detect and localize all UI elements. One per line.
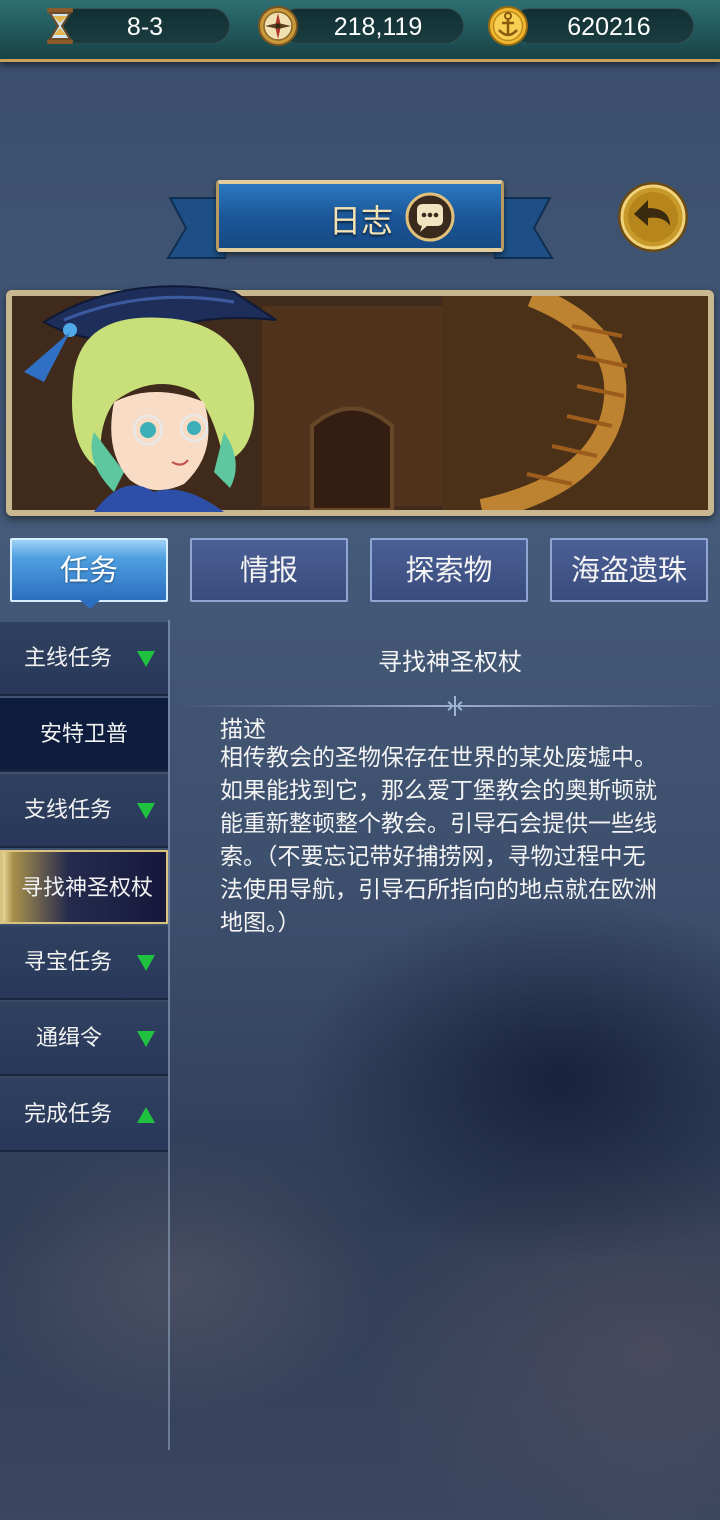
- sidebar-item-antwerp[interactable]: 安特卫普: [0, 698, 168, 772]
- sidebar-item-label: 安特卫普: [39, 722, 128, 747]
- back-button[interactable]: [616, 180, 690, 254]
- sidebar-item-wanted[interactable]: 通缉令: [0, 1002, 168, 1076]
- triangle-up-icon: [137, 1107, 155, 1123]
- compass-counter: 218,119: [280, 8, 464, 44]
- hourglass-icon: [47, 8, 73, 44]
- sidebar-item-side-quests[interactable]: 支线任务: [0, 774, 168, 848]
- sidebar-item-label: 支线任务: [24, 798, 113, 823]
- sidebar-item-label: 通缉令: [36, 1026, 103, 1051]
- banner-plate: 日志: [216, 180, 504, 252]
- gold-value: 620216: [567, 13, 651, 41]
- tab-pirate-relics[interactable]: 海盗遗珠: [550, 538, 708, 602]
- anchor-coin-icon: [488, 6, 528, 46]
- sidebar-item-main-quests[interactable]: 主线任务: [0, 622, 168, 696]
- quest-description: 相传教会的圣物保存在世界的某处废墟中。如果能找到它，那么爱丁堡教会的奥斯顿就能重…: [220, 745, 657, 936]
- sidebar-item-label: 寻宝任务: [24, 950, 113, 975]
- description-label: 描述: [220, 717, 266, 743]
- compass-icon: [258, 6, 298, 46]
- triangle-down-icon: [137, 803, 155, 819]
- tab-intel[interactable]: 情报: [190, 538, 348, 602]
- quest-sidebar: 主线任务 安特卫普 支线任务 寻找神圣权杖 寻宝任务 通缉令 完成任务: [0, 620, 170, 1450]
- sidebar-item-label: 寻找神圣权杖: [20, 876, 153, 901]
- sidebar-item-label: 完成任务: [24, 1102, 113, 1127]
- page-title: 日志: [329, 202, 394, 240]
- stage-value: 8-3: [126, 13, 164, 41]
- sidebar-item-treasure-quests[interactable]: 寻宝任务: [0, 926, 168, 1000]
- tab-quests[interactable]: 任务: [10, 538, 168, 602]
- divider-ornament-icon: [447, 696, 463, 716]
- resource-bar: 8-3 218,119 620216: [0, 0, 720, 62]
- triangle-down-icon: [137, 651, 155, 667]
- tab-discoveries[interactable]: 探索物: [370, 538, 528, 602]
- sidebar-item-completed-quests[interactable]: 完成任务: [0, 1078, 168, 1152]
- active-tab-pointer: [80, 600, 100, 609]
- character-portrait: [24, 285, 277, 512]
- speech-bubble-icon[interactable]: [405, 192, 455, 242]
- stage-counter: 8-3: [58, 8, 230, 44]
- quest-title: 寻找神圣权杖: [378, 648, 522, 676]
- sidebar-item-find-holy-scepter[interactable]: 寻找神圣权杖: [0, 850, 168, 924]
- sidebar-item-label: 主线任务: [24, 646, 113, 671]
- compass-value: 218,119: [333, 13, 423, 41]
- triangle-down-icon: [137, 955, 155, 971]
- triangle-down-icon: [137, 1031, 155, 1047]
- title-banner: 日志: [166, 180, 554, 266]
- gold-counter: 620216: [512, 8, 694, 44]
